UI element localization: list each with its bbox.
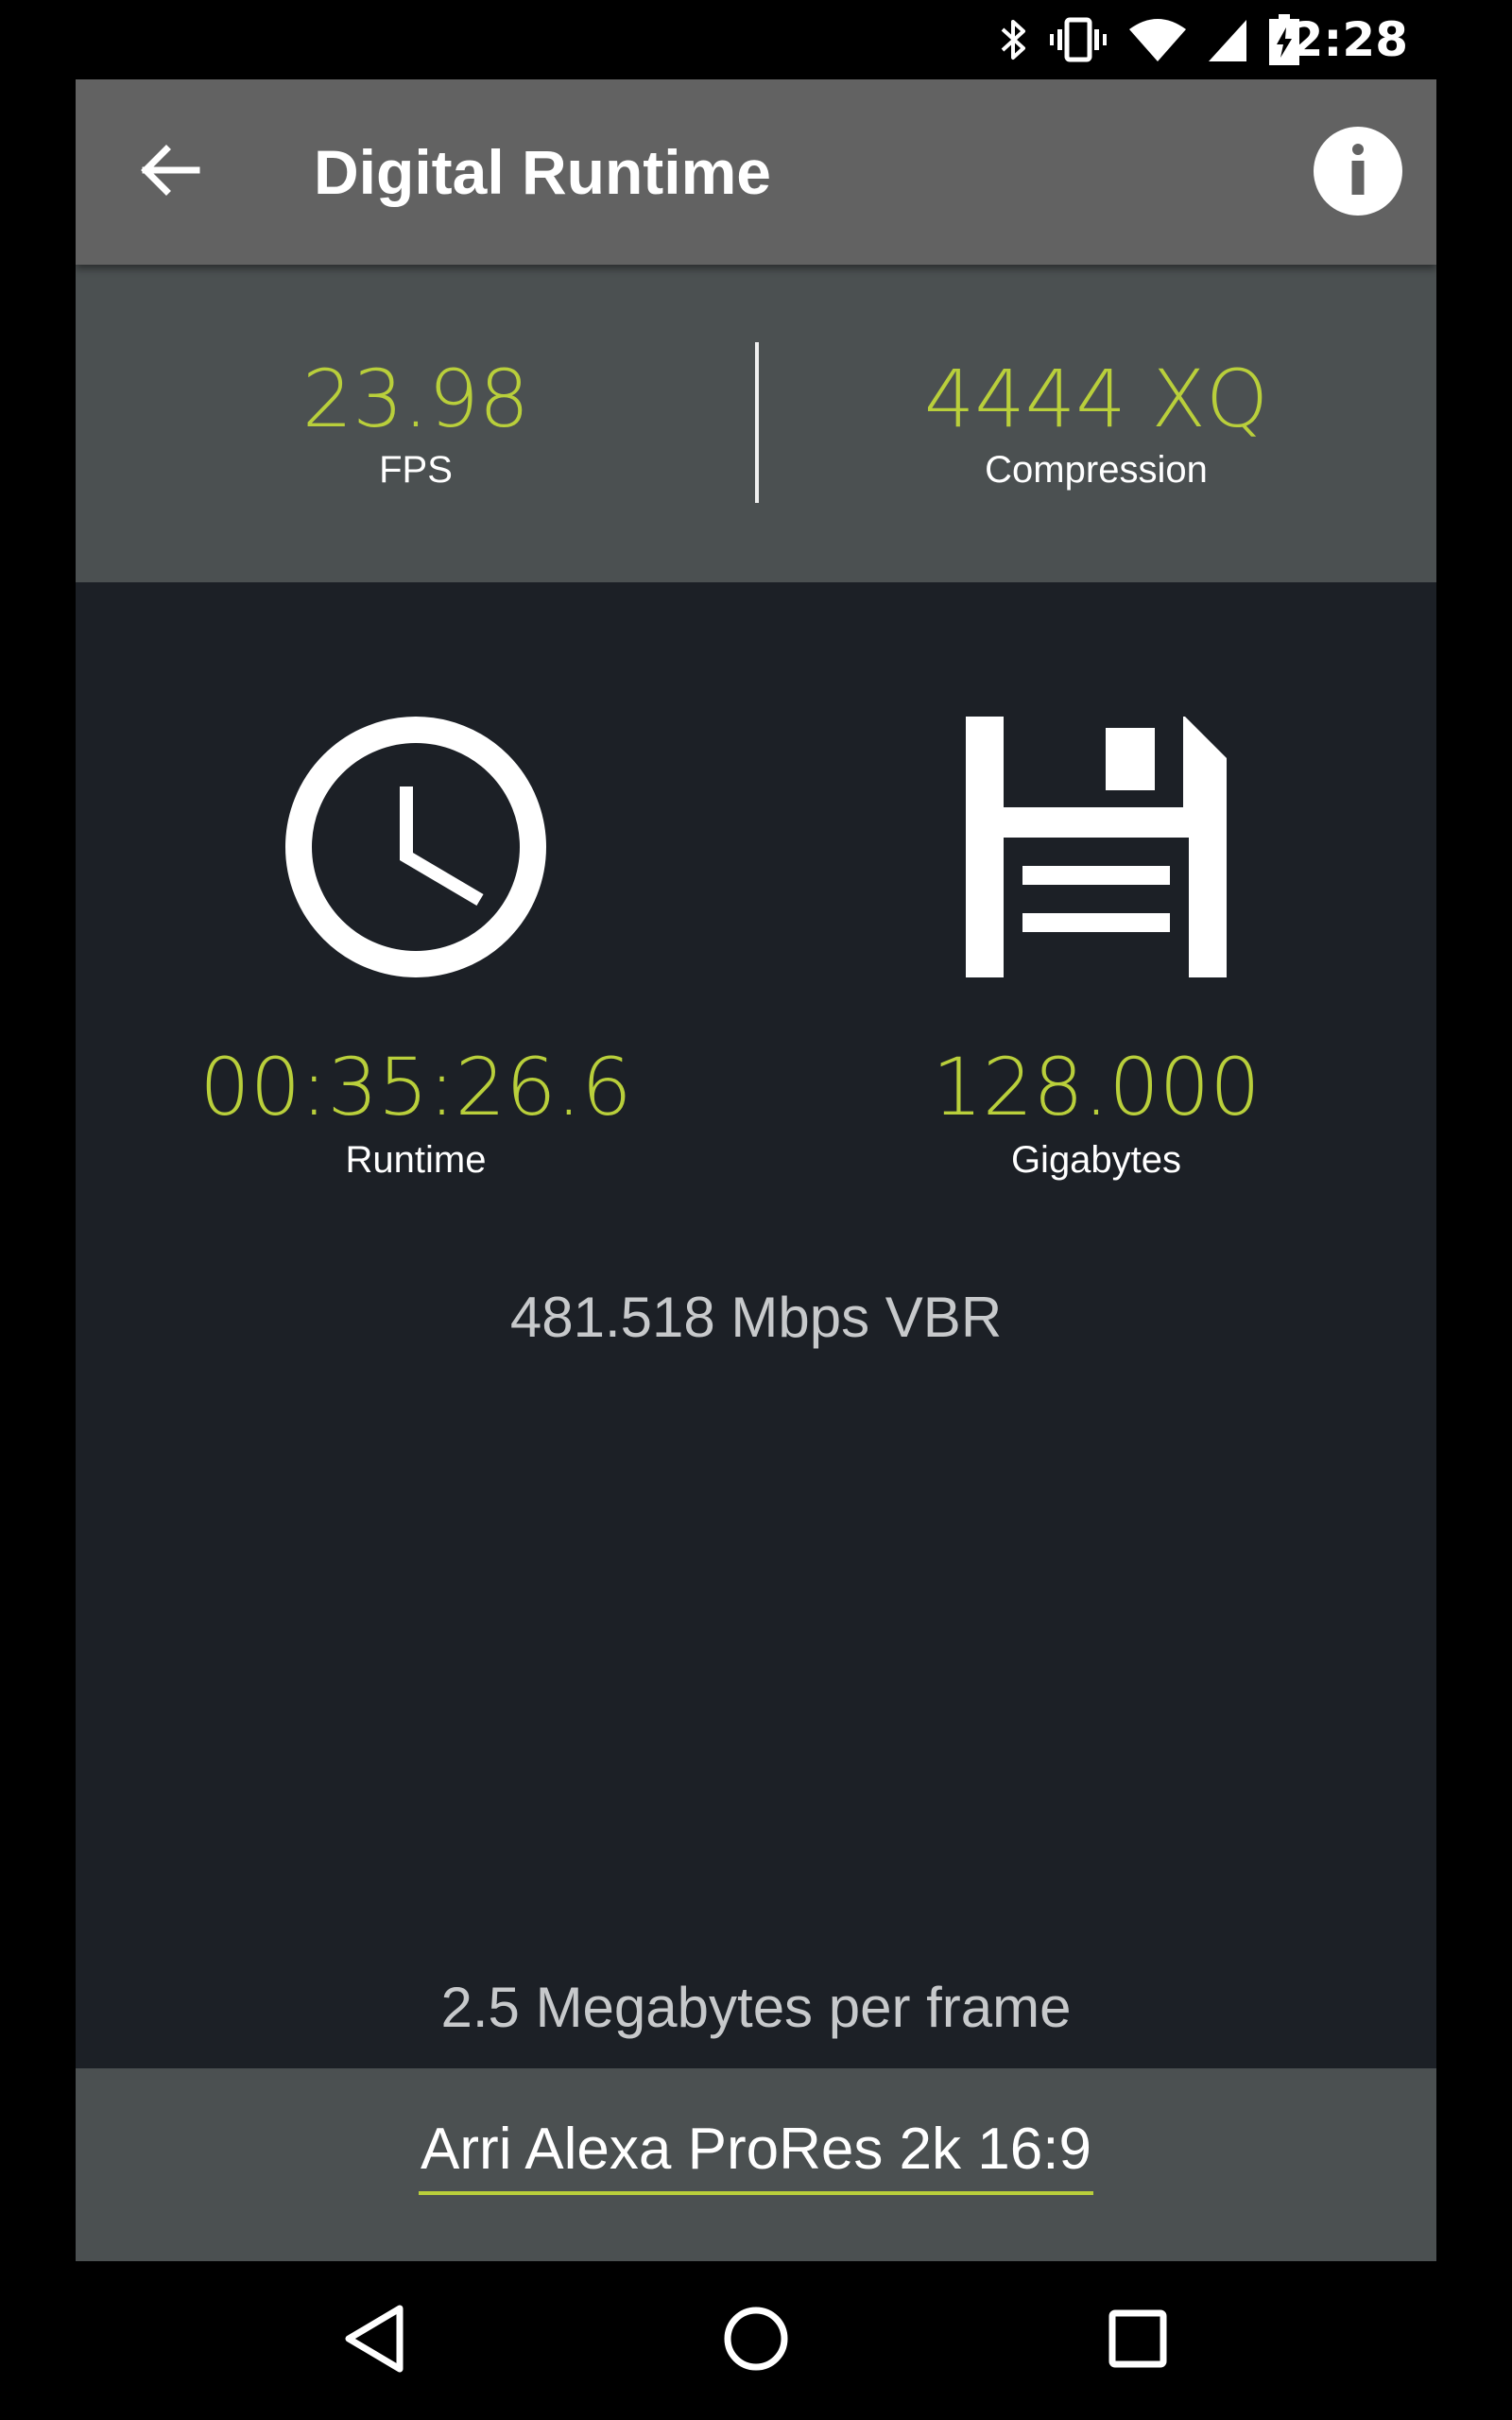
back-button[interactable] bbox=[123, 125, 217, 219]
compression-summary[interactable]: 4444 XQ Compression bbox=[756, 265, 1436, 582]
fps-summary[interactable]: 23.98 FPS bbox=[76, 265, 756, 582]
floppy-disk-icon bbox=[964, 715, 1228, 979]
summary-panel: 23.98 FPS 4444 XQ Compression bbox=[76, 265, 1436, 582]
nav-back-icon bbox=[341, 2303, 407, 2379]
info-icon bbox=[1349, 143, 1367, 200]
fps-label: FPS bbox=[379, 449, 453, 491]
nav-home-button[interactable] bbox=[709, 2293, 803, 2388]
wifi-icon bbox=[1129, 16, 1186, 63]
vibrate-icon bbox=[1048, 16, 1108, 63]
app-window: Digital Runtime 23.98 FPS 4444 XQ Compre… bbox=[76, 79, 1436, 2261]
clock-icon bbox=[284, 715, 548, 979]
compression-value: 4444 XQ bbox=[923, 353, 1269, 445]
storage-value: 128.000 bbox=[932, 1041, 1261, 1133]
status-icons bbox=[999, 11, 1299, 68]
nav-recents-button[interactable] bbox=[1091, 2293, 1185, 2388]
per-frame-text: 2.5 Megabytes per frame bbox=[440, 1976, 1072, 2039]
runtime-value: 00:35:26.6 bbox=[199, 1041, 632, 1133]
fps-value: 23.98 bbox=[301, 353, 530, 445]
storage-metric[interactable]: 128.000 Gigabytes bbox=[756, 582, 1436, 1244]
nav-recents-icon bbox=[1108, 2308, 1168, 2374]
preset-bar: Arri Alexa ProRes 2k 16:9 bbox=[76, 2068, 1436, 2261]
info-button[interactable] bbox=[1314, 127, 1402, 216]
page-title: Digital Runtime bbox=[314, 137, 772, 207]
storage-label: Gigabytes bbox=[1010, 1139, 1182, 1181]
runtime-metric[interactable]: 00:35:26.6 Runtime bbox=[76, 582, 756, 1244]
bluetooth-icon bbox=[999, 16, 1027, 63]
main-content: 00:35:26.6 Runtime 128.000 Gigabytes 481… bbox=[76, 582, 1436, 2146]
preset-selector[interactable]: Arri Alexa ProRes 2k 16:9 bbox=[76, 2110, 1436, 2195]
screen: 2:28 Digital Runtime 23.98 FPS 4444 XQ C… bbox=[0, 0, 1512, 2420]
nav-back-button[interactable] bbox=[327, 2293, 421, 2388]
runtime-label: Runtime bbox=[345, 1139, 487, 1181]
navigation-bar bbox=[0, 2261, 1512, 2420]
arrow-left-icon bbox=[140, 144, 200, 201]
toolbar: Digital Runtime bbox=[76, 79, 1436, 265]
status-bar: 2:28 bbox=[0, 0, 1512, 79]
status-time: 2:28 bbox=[1290, 12, 1408, 67]
preset-selected-value[interactable]: Arri Alexa ProRes 2k 16:9 bbox=[419, 2110, 1093, 2195]
nav-home-icon bbox=[722, 2305, 790, 2377]
compression-label: Compression bbox=[985, 449, 1208, 491]
signal-icon bbox=[1207, 16, 1248, 63]
bitrate-text: 481.518 Mbps VBR bbox=[509, 1286, 1003, 1349]
